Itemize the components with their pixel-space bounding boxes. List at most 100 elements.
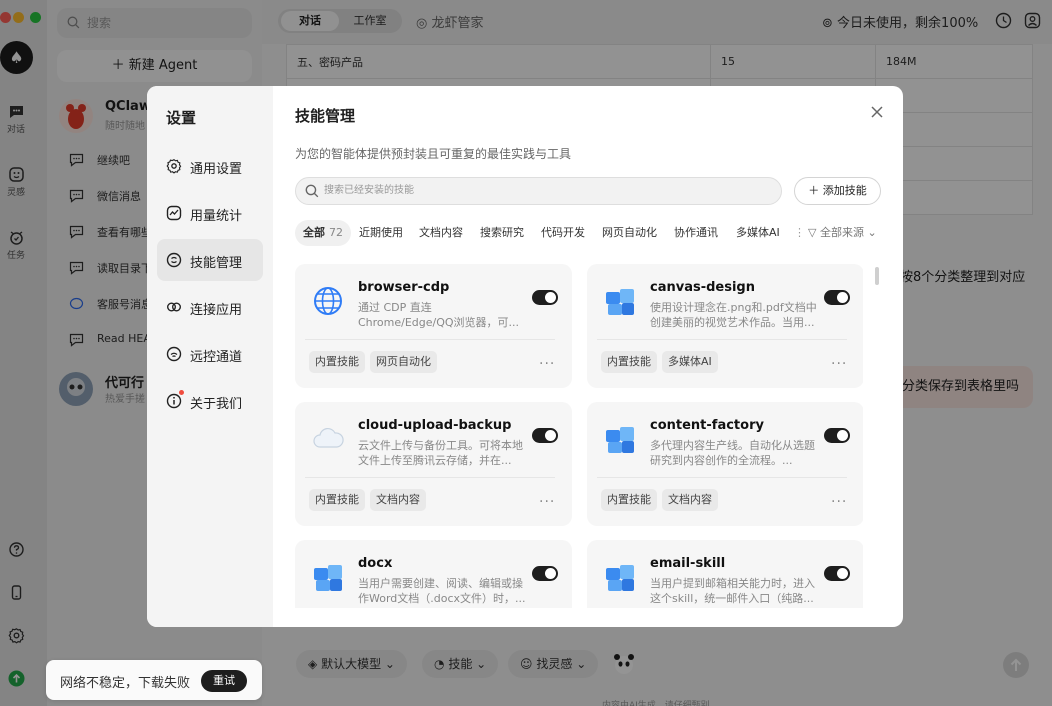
category-tab[interactable]: 协作通讯 (674, 220, 718, 246)
skill-tag: 文档内容 (662, 489, 718, 511)
settings-nav-label: 通用设置 (190, 162, 243, 177)
more-options-button[interactable]: ··· (831, 356, 847, 372)
close-icon (871, 106, 883, 118)
settings-title: 设置 (166, 109, 197, 127)
toggle-knob (837, 292, 848, 303)
card-divider (597, 339, 847, 340)
skill-enabled-toggle[interactable] (824, 290, 850, 305)
filter-icon: ▽ (808, 226, 817, 239)
notification-dot (179, 390, 184, 395)
page-title: 技能管理 (295, 107, 356, 125)
add-skill-label: 添加技能 (822, 184, 867, 197)
search-icon (305, 184, 319, 198)
plus-icon: ＋ (808, 184, 820, 197)
settings-nav-skills[interactable]: 技能管理 (157, 239, 263, 281)
card-divider (305, 477, 555, 478)
category-count: 72 (329, 226, 343, 239)
skill-enabled-toggle[interactable] (532, 290, 558, 305)
skill-description: 云文件上传与备份工具。可将本地文件上传至腾讯云存储，并在... (358, 439, 523, 467)
skill-description: 多代理内容生产线。自动化从选题研究到内容创作的全流程。... (650, 439, 815, 467)
more-options-button[interactable]: ··· (831, 494, 847, 510)
settings-nav-label: 连接应用 (190, 303, 243, 318)
skill-description: 当用户提到邮箱相关能力时，进入这个skill，统一邮件入口（纯路... (650, 577, 815, 605)
cloud-icon (313, 427, 344, 448)
toggle-knob (545, 292, 556, 303)
skill-card[interactable]: docx 当用户需要创建、阅读、编辑或操作Word文档（.docx文件）时，..… (295, 540, 572, 608)
settings-nav-usage[interactable]: 用量统计 (157, 192, 263, 234)
category-tab[interactable]: 代码开发 (541, 220, 585, 246)
chart-icon (166, 205, 182, 221)
skill-enabled-toggle[interactable] (532, 566, 558, 581)
settings-nav-general[interactable]: 通用设置 (157, 145, 263, 187)
category-label: 全部 (303, 226, 325, 239)
skill-search-placeholder: 搜索已经安装的技能 (324, 185, 414, 196)
skill-description: 当用户需要创建、阅读、编辑或操作Word文档（.docx文件）时，... (358, 577, 526, 605)
source-filter[interactable]: ▽ 全部来源 ⌄ (808, 220, 877, 246)
settings-nav-connect[interactable]: 连接应用 (157, 286, 263, 328)
category-tab[interactable]: 文档内容 (419, 220, 463, 246)
skill-card[interactable]: email-skill 当用户提到邮箱相关能力时，进入这个skill，统一邮件入… (587, 540, 863, 608)
source-filter-label: 全部来源 (819, 226, 864, 239)
toggle-knob (545, 430, 556, 441)
more-options-button[interactable]: ··· (539, 356, 555, 372)
skill-enabled-toggle[interactable] (824, 428, 850, 443)
puzzle-icon (606, 565, 634, 591)
skill-card[interactable]: canvas-design 使用设计理念在.png和.pdf文档中创建美丽的视觉… (587, 264, 863, 388)
card-divider (305, 339, 555, 340)
skill-enabled-toggle[interactable] (824, 566, 850, 581)
category-tab[interactable]: 多媒体AI (736, 220, 780, 246)
category-tabs: 全部 72 近期使用 文档内容 搜索研究 代码开发 网页自动化 协作通讯 多媒体A… (295, 220, 891, 246)
settings-nav-label: 技能管理 (190, 256, 243, 271)
settings-nav-about[interactable]: 关于我们 (157, 380, 263, 422)
settings-modal: 设置 通用设置 用量统计 技能管理 连接应用 远控通道 关于我们 技能管理 为您… (147, 86, 903, 627)
settings-nav-label: 用量统计 (190, 209, 243, 224)
add-skill-button[interactable]: ＋ 添加技能 (794, 177, 881, 205)
retry-button[interactable]: 重试 (201, 670, 247, 692)
skill-tag: 网页自动化 (370, 351, 437, 373)
skill-tag: 内置技能 (309, 351, 365, 373)
skill-card[interactable]: content-factory 多代理内容生产线。自动化从选题研究到内容创作的全… (587, 402, 863, 526)
skill-tag: 内置技能 (601, 489, 657, 511)
puzzle-icon (606, 427, 634, 453)
toggle-knob (837, 568, 848, 579)
toggle-knob (545, 568, 556, 579)
skill-name: cloud-upload-backup (358, 418, 512, 433)
toggle-knob (837, 430, 848, 441)
category-overflow-icon[interactable]: ⋮ (794, 220, 805, 246)
more-options-button[interactable]: ··· (539, 494, 555, 510)
info-icon (166, 393, 182, 409)
category-tab[interactable]: 搜索研究 (480, 220, 524, 246)
category-tab[interactable]: 近期使用 (359, 220, 403, 246)
skill-card-grid: browser-cdp 通过 CDP 直连 Chrome/Edge/QQ浏览器，… (295, 264, 863, 608)
skill-name: browser-cdp (358, 280, 450, 295)
category-tab[interactable]: 网页自动化 (602, 220, 657, 246)
settings-nav-remote[interactable]: 远控通道 (157, 333, 263, 375)
skill-name: docx (358, 556, 393, 571)
skill-description: 通过 CDP 直连 Chrome/Edge/QQ浏览器，可... (358, 301, 520, 329)
skill-tag: 内置技能 (601, 351, 657, 373)
settings-nav-label: 远控通道 (190, 350, 243, 365)
skill-tag: 多媒体AI (662, 351, 718, 373)
skill-search-input[interactable]: 搜索已经安装的技能 (295, 177, 782, 205)
network-error-toast: 网络不稳定，下载失败 重试 (46, 660, 262, 700)
settings-sidebar: 设置 通用设置 用量统计 技能管理 连接应用 远控通道 关于我们 (147, 86, 273, 627)
skill-list-scrollbar[interactable] (875, 267, 879, 285)
globe-icon (314, 287, 342, 315)
skill-card[interactable]: cloud-upload-backup 云文件上传与备份工具。可将本地文件上传至… (295, 402, 572, 526)
chevron-down-icon: ⌄ (867, 226, 877, 239)
skill-card[interactable]: browser-cdp 通过 CDP 直连 Chrome/Edge/QQ浏览器，… (295, 264, 572, 388)
toast-message: 网络不稳定，下载失败 (60, 676, 191, 691)
close-button[interactable] (870, 104, 884, 123)
skill-name: content-factory (650, 418, 764, 433)
gear-icon (166, 159, 182, 174)
card-divider (597, 477, 847, 478)
skill-icon (166, 252, 182, 268)
category-all[interactable]: 全部 72 (295, 220, 351, 246)
skill-description: 使用设计理念在.png和.pdf文档中创建美丽的视觉艺术作品。当用... (650, 301, 817, 329)
skill-enabled-toggle[interactable] (532, 428, 558, 443)
skill-name: email-skill (650, 556, 726, 571)
settings-nav-label: 关于我们 (190, 397, 243, 412)
page-description: 为您的智能体提供预封装且可重复的最佳实践与工具 (295, 147, 572, 161)
skill-tag: 内置技能 (309, 489, 365, 511)
skill-tag: 文档内容 (370, 489, 426, 511)
